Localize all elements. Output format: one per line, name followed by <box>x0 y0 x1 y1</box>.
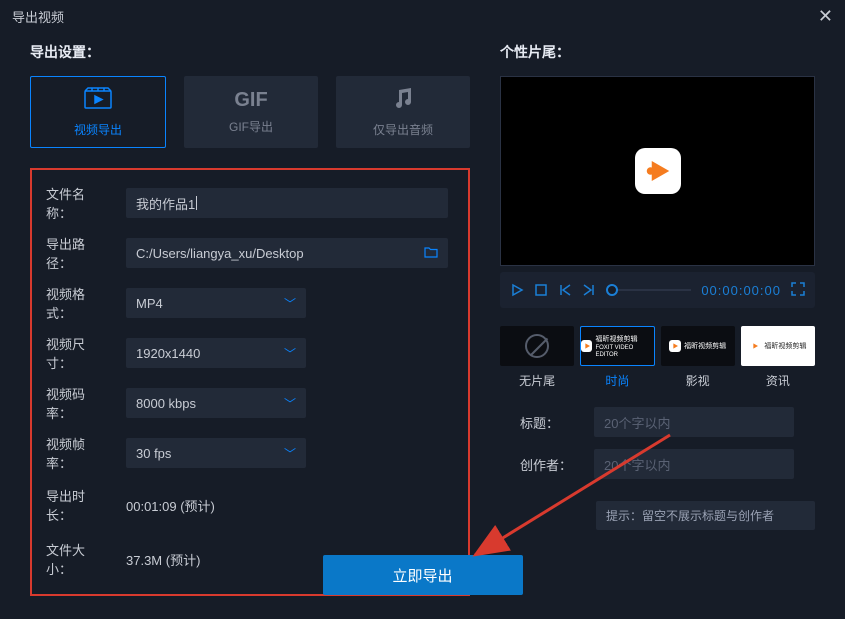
endcard-news[interactable]: 福昕视频剪辑 资讯 <box>741 326 815 389</box>
app-logo-icon <box>635 148 681 194</box>
timecode: 00:00:00:00 <box>701 283 781 298</box>
chevron-down-icon: ﹀ <box>284 395 296 412</box>
creator-input[interactable]: 20个字以内 <box>594 449 794 479</box>
filename-label: 文件名称： <box>46 184 108 222</box>
bitrate-select[interactable]: 8000 kbps ﹀ <box>126 388 306 418</box>
tab-export-video[interactable]: 视频导出 <box>30 76 166 148</box>
fps-select[interactable]: 30 fps ﹀ <box>126 438 306 468</box>
close-icon[interactable]: ✕ <box>818 6 833 27</box>
folder-icon[interactable] <box>424 246 438 261</box>
fps-label: 视频帧率： <box>46 434 108 472</box>
tab-export-audio[interactable]: 仅导出音频 <box>336 76 470 148</box>
format-label: 视频格式： <box>46 284 108 322</box>
gif-icon: GIF <box>234 89 267 112</box>
progress-slider[interactable] <box>606 289 691 291</box>
brand-logo-icon: 福昕视频剪辑FOXIT VIDEO EDITOR <box>581 334 653 358</box>
endcard-label: 无片尾 <box>519 372 555 389</box>
chevron-down-icon: ﹀ <box>284 295 296 312</box>
duration-label: 导出时长： <box>46 486 108 524</box>
filesize-value: 37.3M (预计) <box>126 550 200 569</box>
title-input[interactable]: 20个字以内 <box>594 407 794 437</box>
window-title: 导出视频 <box>12 7 64 26</box>
personal-ending-title: 个性片尾： <box>500 42 815 62</box>
filesize-label: 文件大小： <box>46 540 108 578</box>
chevron-down-icon: ﹀ <box>284 345 296 362</box>
tab-label: GIF导出 <box>229 118 273 135</box>
player-controls: 00:00:00:00 <box>500 272 815 308</box>
format-select[interactable]: MP4 ﹀ <box>126 288 306 318</box>
title-field-label: 标题： <box>520 413 576 432</box>
music-note-icon <box>393 87 413 115</box>
export-button[interactable]: 立即导出 <box>323 555 523 595</box>
endcard-label: 影视 <box>686 372 710 389</box>
brand-logo-icon: 福昕视频剪辑 <box>669 340 726 352</box>
endcard-label: 时尚 <box>605 372 629 389</box>
hint-text: 提示：留空不展示标题与创作者 <box>596 501 815 530</box>
bitrate-label: 视频码率： <box>46 384 108 422</box>
size-select[interactable]: 1920x1440 ﹀ <box>126 338 306 368</box>
duration-value: 00:01:09 (预计) <box>126 496 215 515</box>
video-export-icon <box>84 87 112 115</box>
play-icon[interactable] <box>510 283 524 297</box>
none-icon <box>525 334 549 358</box>
endcard-fashion[interactable]: 福昕视频剪辑FOXIT VIDEO EDITOR 时尚 <box>580 326 654 389</box>
export-settings-title: 导出设置： <box>30 42 470 62</box>
export-settings-highlight-box: 文件名称： 我的作品1 导出路径： C:/Users/liangya_xu/De… <box>30 168 470 596</box>
creator-field-label: 创作者： <box>520 455 576 474</box>
next-icon[interactable] <box>582 283 596 297</box>
path-input[interactable]: C:/Users/liangya_xu/Desktop <box>126 238 448 268</box>
video-preview <box>500 76 815 266</box>
brand-logo-icon: 福昕视频剪辑 <box>749 340 806 352</box>
path-label: 导出路径： <box>46 234 108 272</box>
size-label: 视频尺寸： <box>46 334 108 372</box>
stop-icon[interactable] <box>534 283 548 297</box>
fullscreen-icon[interactable] <box>791 282 805 299</box>
endcard-movie[interactable]: 福昕视频剪辑 影视 <box>661 326 735 389</box>
prev-icon[interactable] <box>558 283 572 297</box>
endcard-none[interactable]: 无片尾 <box>500 326 574 389</box>
tab-export-gif[interactable]: GIF GIF导出 <box>184 76 318 148</box>
filename-input[interactable]: 我的作品1 <box>126 188 448 218</box>
tab-label: 仅导出音频 <box>373 121 433 138</box>
endcard-label: 资讯 <box>766 372 790 389</box>
tab-label: 视频导出 <box>74 121 122 138</box>
chevron-down-icon: ﹀ <box>284 445 296 462</box>
